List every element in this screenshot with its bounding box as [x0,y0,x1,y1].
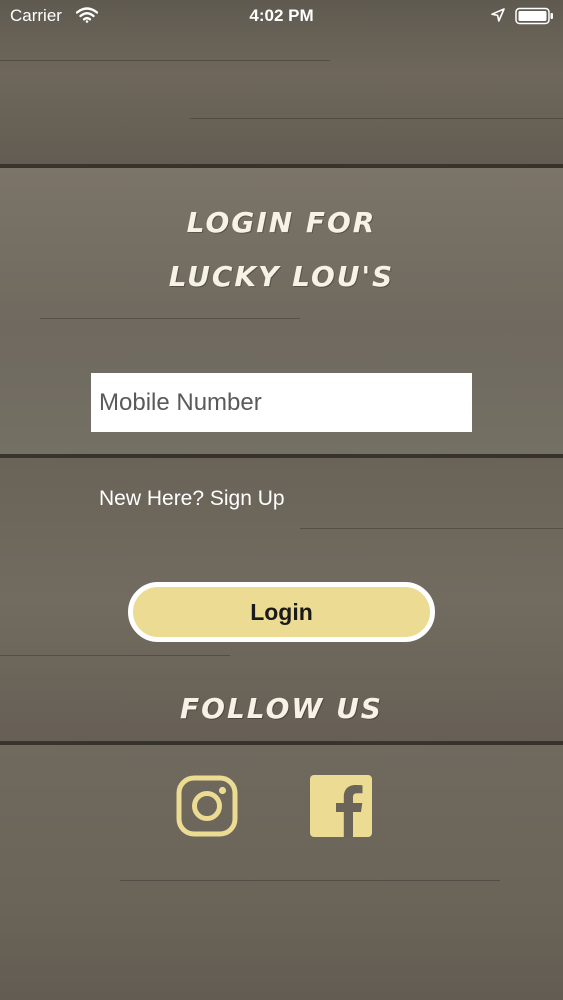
login-button[interactable]: Login [128,582,435,642]
status-bar: Carrier 4:02 PM [0,0,563,32]
instagram-icon [176,775,238,837]
wood-grain [0,60,330,61]
follow-us-heading: FOLLOW US [180,692,383,725]
instagram-link[interactable] [176,775,238,837]
facebook-icon [310,775,372,837]
plank-seam [0,454,563,458]
login-screen: Carrier 4:02 PM LOGIN FOR LUCKY LOU'S Ne… [0,0,563,1000]
wood-grain [300,528,563,529]
plank-seam [0,164,563,168]
mobile-number-input[interactable] [91,373,472,432]
wood-grain [190,118,563,119]
page-title-line1: LOGIN FOR [186,206,377,239]
wood-grain [0,655,230,656]
wood-grain [120,880,500,881]
wood-grain [40,318,300,319]
battery-icon [515,7,553,25]
page-title-line2: LUCKY LOU'S [168,260,395,293]
facebook-link[interactable] [310,775,372,837]
wood-plank [0,745,563,1000]
signup-link[interactable]: New Here? Sign Up [99,487,285,511]
plank-seam [0,741,563,745]
status-time: 4:02 PM [249,6,314,25]
location-arrow-icon [491,8,505,22]
